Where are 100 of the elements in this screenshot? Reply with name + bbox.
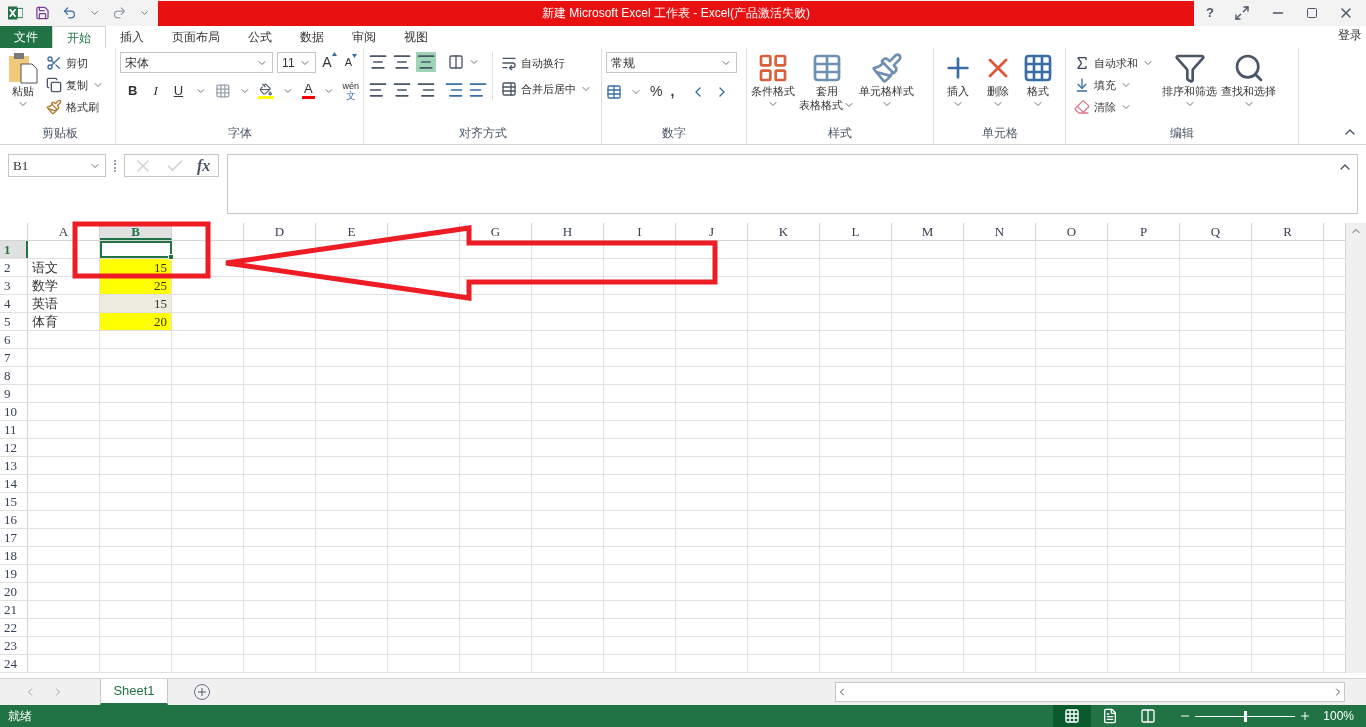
number-format-field[interactable]: 常规 bbox=[606, 52, 737, 73]
cut-button[interactable]: 剪切 bbox=[42, 52, 108, 74]
column-header[interactable]: E bbox=[316, 223, 388, 240]
column-header[interactable]: G bbox=[460, 223, 532, 240]
bottom-align-icon[interactable] bbox=[416, 52, 436, 72]
fill-handle[interactable] bbox=[168, 254, 174, 260]
wrap-text-button[interactable]: 自动换行 bbox=[497, 52, 596, 74]
column-header[interactable]: Q bbox=[1180, 223, 1252, 240]
row-header[interactable]: 4 bbox=[0, 295, 28, 312]
cell-styles-button[interactable]: 单元格样式 bbox=[859, 52, 914, 112]
find-select-button[interactable]: 查找和选择 bbox=[1221, 52, 1276, 118]
row-header[interactable]: 2 bbox=[0, 259, 28, 276]
zoom-in-icon[interactable] bbox=[1299, 710, 1312, 722]
decrease-indent-icon[interactable] bbox=[444, 80, 464, 100]
insert-function-button[interactable]: fx bbox=[197, 153, 211, 178]
font-name-field[interactable]: 宋体 bbox=[120, 52, 274, 73]
row-header[interactable]: 1 bbox=[0, 241, 28, 258]
sheet-tab[interactable]: Sheet1 bbox=[100, 679, 168, 705]
ribbon-tab[interactable]: 数据 bbox=[286, 26, 338, 48]
column-header[interactable]: O bbox=[1036, 223, 1108, 240]
sign-in-link[interactable]: 登录 bbox=[1338, 26, 1366, 44]
ribbon-tab[interactable]: 审阅 bbox=[338, 26, 390, 48]
font-color-button[interactable]: A bbox=[302, 82, 315, 100]
active-cell[interactable] bbox=[100, 241, 172, 258]
row-header[interactable]: 5 bbox=[0, 313, 28, 330]
increase-indent-icon[interactable] bbox=[468, 80, 488, 100]
undo-icon[interactable] bbox=[61, 5, 77, 21]
format-painter-button[interactable]: 格式刷 bbox=[42, 96, 108, 118]
grow-font-button[interactable]: A bbox=[320, 52, 339, 73]
fill-button[interactable]: 填充 bbox=[1070, 74, 1158, 96]
clear-button[interactable]: 清除 bbox=[1070, 96, 1158, 118]
column-header[interactable]: J bbox=[676, 223, 748, 240]
shrink-font-button[interactable]: A bbox=[342, 54, 359, 71]
ribbon-display-icon[interactable] bbox=[1234, 5, 1250, 21]
row-header[interactable]: 11 bbox=[0, 421, 28, 438]
phonetic-button[interactable]: wén 文 bbox=[342, 81, 359, 100]
column-header[interactable]: D bbox=[244, 223, 316, 240]
file-tab[interactable]: 文件 bbox=[0, 26, 52, 48]
formula-field[interactable] bbox=[227, 154, 1358, 214]
conditional-format-button[interactable]: 条件格式 bbox=[751, 52, 795, 112]
percent-button[interactable]: % bbox=[650, 81, 663, 102]
align-center-icon[interactable] bbox=[392, 80, 412, 100]
delete-button[interactable]: 删除 bbox=[982, 52, 1014, 110]
help-button[interactable]: ? bbox=[1206, 3, 1214, 23]
fill-color-icon[interactable] bbox=[258, 82, 275, 99]
format-as-table-button[interactable]: 套用 表格格式 bbox=[799, 52, 855, 112]
spreadsheet-logo[interactable] bbox=[8, 5, 23, 21]
ribbon-tab[interactable]: 视图 bbox=[390, 26, 442, 48]
ribbon-tab[interactable]: 公式 bbox=[234, 26, 286, 48]
column-header[interactable]: H bbox=[532, 223, 604, 240]
middle-align-icon[interactable] bbox=[392, 52, 412, 72]
comma-button[interactable]: , bbox=[670, 81, 675, 102]
row-header[interactable]: 24 bbox=[0, 655, 28, 672]
zoom-thumb[interactable] bbox=[1244, 710, 1248, 722]
orientation-icon[interactable] bbox=[448, 54, 464, 70]
row-header[interactable]: 19 bbox=[0, 565, 28, 582]
merge-center-button[interactable]: 合并后居中 bbox=[497, 78, 596, 100]
row-header[interactable]: 13 bbox=[0, 457, 28, 474]
row-header[interactable]: 16 bbox=[0, 511, 28, 528]
column-header[interactable]: K bbox=[748, 223, 820, 240]
row-header[interactable]: 3 bbox=[0, 277, 28, 294]
vertical-scrollbar[interactable] bbox=[1345, 223, 1366, 673]
row-header[interactable]: 14 bbox=[0, 475, 28, 492]
align-right-icon[interactable] bbox=[416, 80, 436, 100]
row-header[interactable]: 10 bbox=[0, 403, 28, 420]
row-header[interactable]: 20 bbox=[0, 583, 28, 600]
ribbon-tab[interactable]: 插入 bbox=[106, 26, 158, 48]
restore-icon[interactable] bbox=[1306, 7, 1318, 19]
align-left-icon[interactable] bbox=[368, 80, 388, 100]
column-header[interactable]: R bbox=[1252, 223, 1324, 240]
zoom-slider[interactable] bbox=[1195, 710, 1296, 722]
sort-filter-button[interactable]: 排序和筛选 bbox=[1162, 52, 1217, 118]
column-header[interactable]: M bbox=[892, 223, 964, 240]
row-header[interactable]: 9 bbox=[0, 385, 28, 402]
row-header[interactable]: 21 bbox=[0, 601, 28, 618]
insert-button[interactable]: 插入 bbox=[942, 52, 974, 110]
ribbon-tab[interactable]: 开始 bbox=[52, 26, 106, 48]
row-header[interactable]: 12 bbox=[0, 439, 28, 456]
save-icon[interactable] bbox=[34, 5, 50, 21]
ribbon-tab[interactable]: 页面布局 bbox=[158, 26, 234, 48]
row-header[interactable]: 6 bbox=[0, 331, 28, 348]
column-header[interactable]: N bbox=[964, 223, 1036, 240]
row-header[interactable]: 23 bbox=[0, 637, 28, 654]
column-header[interactable]: P bbox=[1108, 223, 1180, 240]
italic-button[interactable]: I bbox=[149, 81, 162, 101]
column-header[interactable]: L bbox=[820, 223, 892, 240]
row-header[interactable]: 7 bbox=[0, 349, 28, 366]
name-box[interactable]: B1 bbox=[8, 154, 106, 177]
row-header[interactable]: 15 bbox=[0, 493, 28, 510]
top-align-icon[interactable] bbox=[368, 52, 388, 72]
currency-icon[interactable] bbox=[606, 83, 622, 100]
format-button[interactable]: 格式 bbox=[1022, 52, 1054, 110]
copy-button[interactable]: 复制 bbox=[42, 74, 108, 96]
autosum-button[interactable]: 自动求和 bbox=[1070, 52, 1158, 74]
bold-button[interactable]: B bbox=[124, 81, 142, 101]
row-header[interactable]: 18 bbox=[0, 547, 28, 564]
row-header[interactable]: 22 bbox=[0, 619, 28, 636]
row-header[interactable]: 17 bbox=[0, 529, 28, 546]
paste-button[interactable]: 粘贴 bbox=[8, 52, 38, 118]
column-header[interactable]: I bbox=[604, 223, 676, 240]
